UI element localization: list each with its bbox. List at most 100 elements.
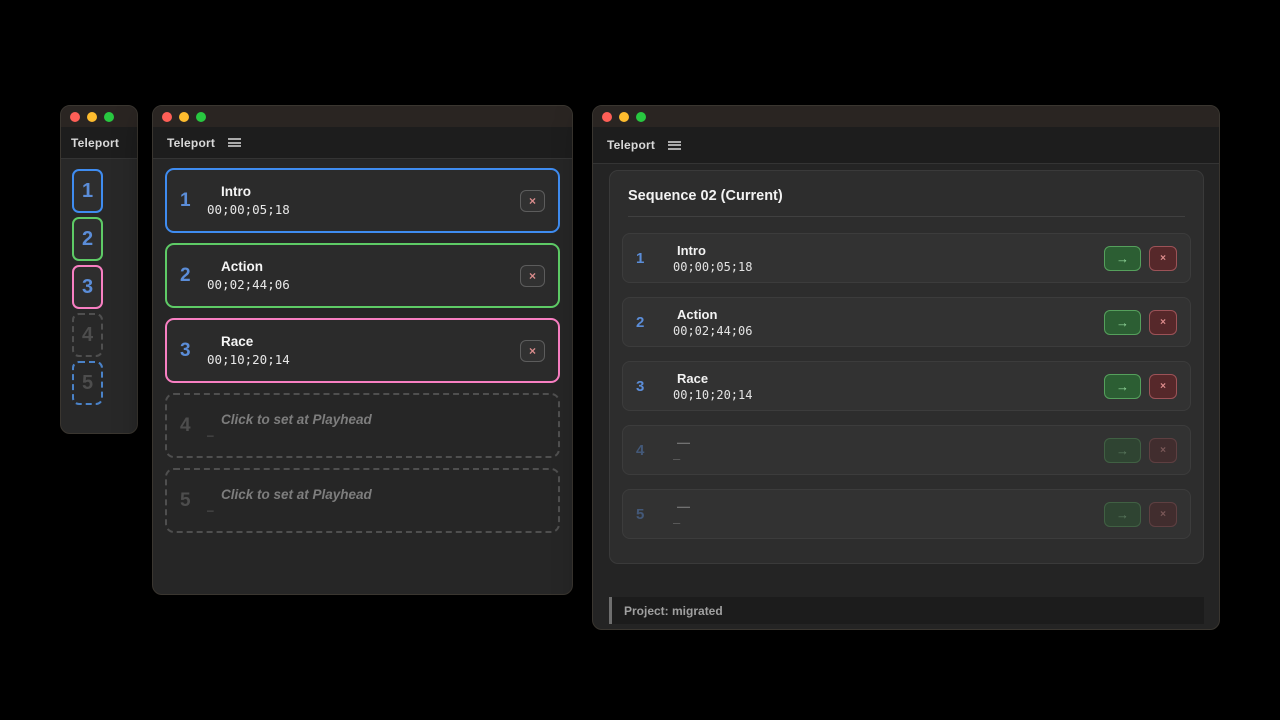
minimize-traffic-light-icon[interactable] bbox=[87, 112, 97, 122]
close-icon: × bbox=[1160, 317, 1166, 328]
item-text: Intro 00;00;05;18 bbox=[207, 184, 290, 217]
zoom-traffic-light-icon[interactable] bbox=[104, 112, 114, 122]
row-timecode: 00;10;20;14 bbox=[673, 388, 752, 402]
hamburger-menu-icon[interactable] bbox=[668, 141, 681, 150]
row-actions: → × bbox=[1104, 502, 1177, 527]
close-icon: × bbox=[1160, 445, 1166, 456]
sequence-panel: Sequence 02 (Current) 1 Intro 00;00;05;1… bbox=[609, 170, 1204, 564]
item-label: Race bbox=[221, 334, 290, 349]
zoom-traffic-light-icon[interactable] bbox=[636, 112, 646, 122]
close-icon: × bbox=[1160, 381, 1166, 392]
row-label: — bbox=[677, 435, 690, 450]
row-label: — bbox=[677, 499, 690, 514]
row-actions: → × bbox=[1104, 246, 1177, 271]
teleport-item-4-empty[interactable]: 4 Click to set at Playhead – bbox=[165, 393, 560, 458]
slot-button-1[interactable]: 1 bbox=[72, 169, 103, 213]
clear-marker-button[interactable]: × bbox=[1149, 310, 1177, 335]
close-icon: × bbox=[529, 269, 536, 283]
item-text: Click to set at Playhead – bbox=[207, 412, 372, 440]
zoom-traffic-light-icon[interactable] bbox=[196, 112, 206, 122]
close-traffic-light-icon[interactable] bbox=[602, 112, 612, 122]
item-empty-dash: – bbox=[207, 430, 372, 440]
row-actions: → × bbox=[1104, 438, 1177, 463]
app-title: Teleport bbox=[71, 136, 119, 150]
item-number: 1 bbox=[180, 190, 207, 212]
arrow-right-icon: → bbox=[1116, 379, 1129, 394]
close-traffic-light-icon[interactable] bbox=[70, 112, 80, 122]
close-traffic-light-icon[interactable] bbox=[162, 112, 172, 122]
row-timecode: 00;00;05;18 bbox=[673, 260, 752, 274]
item-number: 2 bbox=[180, 265, 207, 287]
slot-button-2[interactable]: 2 bbox=[72, 217, 103, 261]
hamburger-menu-icon[interactable] bbox=[228, 138, 241, 147]
clear-item-button[interactable]: × bbox=[520, 340, 545, 362]
app-title: Teleport bbox=[167, 136, 215, 150]
row-text: Race 00;10;20;14 bbox=[673, 371, 752, 402]
teleport-mini-window: Teleport 1 2 3 4 5 bbox=[60, 105, 138, 434]
titlebar[interactable] bbox=[593, 106, 1219, 127]
close-icon: × bbox=[1160, 509, 1166, 520]
minimize-traffic-light-icon[interactable] bbox=[179, 112, 189, 122]
slot-button-4[interactable]: 4 bbox=[72, 313, 103, 357]
project-status-label: Project: migrated bbox=[624, 604, 723, 618]
desktop: Teleport 1 2 3 4 5 Teleport 1 Intro bbox=[0, 0, 1280, 720]
item-label: Intro bbox=[221, 184, 290, 199]
item-text: Race 00;10;20;14 bbox=[207, 334, 290, 367]
teleport-item-3[interactable]: 3 Race 00;10;20;14 × bbox=[165, 318, 560, 383]
clear-marker-button[interactable]: × bbox=[1149, 438, 1177, 463]
titlebar[interactable] bbox=[153, 106, 572, 127]
arrow-right-icon: → bbox=[1116, 443, 1129, 458]
item-number: 4 bbox=[180, 415, 207, 437]
item-timecode: 00;00;05;18 bbox=[207, 202, 290, 217]
sequence-body: Sequence 02 (Current) 1 Intro 00;00;05;1… bbox=[593, 164, 1219, 624]
titlebar[interactable] bbox=[61, 106, 137, 127]
sequence-row-3: 3 Race 00;10;20;14 → × bbox=[622, 361, 1191, 411]
row-number: 3 bbox=[636, 378, 661, 395]
arrow-right-icon: → bbox=[1116, 315, 1129, 330]
go-to-marker-button[interactable]: → bbox=[1104, 438, 1141, 463]
row-timecode: – bbox=[673, 516, 690, 530]
clear-marker-button[interactable]: × bbox=[1149, 502, 1177, 527]
row-text: Intro 00;00;05;18 bbox=[673, 243, 752, 274]
clear-marker-button[interactable]: × bbox=[1149, 246, 1177, 271]
go-to-marker-button[interactable]: → bbox=[1104, 374, 1141, 399]
item-number: 5 bbox=[180, 490, 207, 512]
slot-button-3[interactable]: 3 bbox=[72, 265, 103, 309]
teleport-item-1[interactable]: 1 Intro 00;00;05;18 × bbox=[165, 168, 560, 233]
teleport-item-list: 1 Intro 00;00;05;18 × 2 Action 00;02;44;… bbox=[153, 159, 572, 533]
item-timecode: 00;10;20;14 bbox=[207, 352, 290, 367]
row-label: Action bbox=[677, 307, 752, 322]
sequence-row-4-empty: 4 — – → × bbox=[622, 425, 1191, 475]
arrow-right-icon: → bbox=[1116, 507, 1129, 522]
row-text: — – bbox=[673, 499, 690, 530]
item-text: Click to set at Playhead – bbox=[207, 487, 372, 515]
row-label: Race bbox=[677, 371, 752, 386]
minimize-traffic-light-icon[interactable] bbox=[619, 112, 629, 122]
row-number: 4 bbox=[636, 442, 661, 459]
item-label: Action bbox=[221, 259, 290, 274]
item-text: Action 00;02;44;06 bbox=[207, 259, 290, 292]
row-text: — – bbox=[673, 435, 690, 466]
mini-slot-list: 1 2 3 4 5 bbox=[61, 159, 137, 405]
row-actions: → × bbox=[1104, 310, 1177, 335]
go-to-marker-button[interactable]: → bbox=[1104, 310, 1141, 335]
teleport-item-2[interactable]: 2 Action 00;02;44;06 × bbox=[165, 243, 560, 308]
teleport-item-5-empty[interactable]: 5 Click to set at Playhead – bbox=[165, 468, 560, 533]
item-placeholder: Click to set at Playhead bbox=[221, 487, 372, 502]
item-empty-dash: – bbox=[207, 505, 372, 515]
item-number: 3 bbox=[180, 340, 207, 362]
item-placeholder: Click to set at Playhead bbox=[221, 412, 372, 427]
slot-button-5[interactable]: 5 bbox=[72, 361, 103, 405]
teleport-sequence-window: Teleport Sequence 02 (Current) 1 Intro 0… bbox=[592, 105, 1220, 630]
app-header: Teleport bbox=[153, 127, 572, 159]
close-icon: × bbox=[529, 344, 536, 358]
clear-item-button[interactable]: × bbox=[520, 265, 545, 287]
clear-marker-button[interactable]: × bbox=[1149, 374, 1177, 399]
app-header: Teleport bbox=[61, 127, 137, 159]
sequence-heading: Sequence 02 (Current) bbox=[628, 171, 1185, 217]
go-to-marker-button[interactable]: → bbox=[1104, 246, 1141, 271]
row-timecode: – bbox=[673, 452, 690, 466]
go-to-marker-button[interactable]: → bbox=[1104, 502, 1141, 527]
app-title: Teleport bbox=[607, 138, 655, 152]
clear-item-button[interactable]: × bbox=[520, 190, 545, 212]
